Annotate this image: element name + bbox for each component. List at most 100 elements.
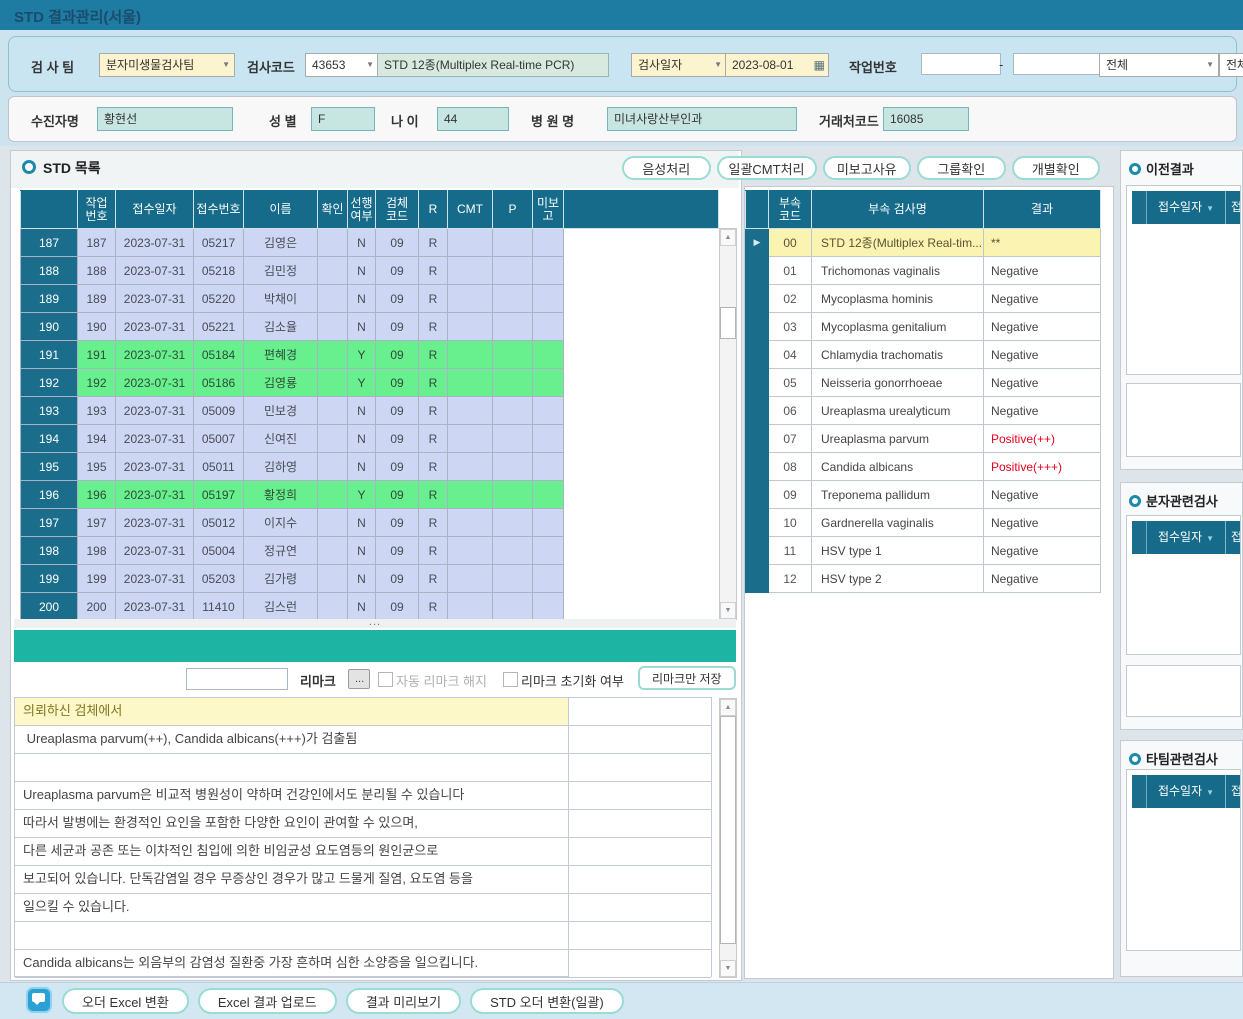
cell-sub-name[interactable]: HSV type 2 bbox=[812, 565, 984, 593]
sub-test-row[interactable]: ▶ 03 Mycoplasma genitalium Negative bbox=[746, 313, 1101, 341]
cell-specimen-code[interactable]: 09 bbox=[376, 397, 419, 425]
cell-sub-result[interactable]: Negative bbox=[984, 285, 1101, 313]
cell-sub-result[interactable]: Negative bbox=[984, 313, 1101, 341]
sub-test-row[interactable]: ▶ 02 Mycoplasma hominis Negative bbox=[746, 285, 1101, 313]
sub-test-row[interactable]: ▶ 06 Ureaplasma urealyticum Negative bbox=[746, 397, 1101, 425]
cell-unreported[interactable] bbox=[533, 425, 564, 453]
cell-cmt[interactable] bbox=[448, 453, 493, 481]
cell-unreported[interactable] bbox=[533, 369, 564, 397]
cell-prior[interactable]: N bbox=[348, 257, 376, 285]
cell-confirm[interactable] bbox=[318, 593, 348, 621]
cell-sub-name[interactable]: Mycoplasma genitalium bbox=[812, 313, 984, 341]
cell-sub-result[interactable]: Negative bbox=[984, 257, 1101, 285]
hospital-field[interactable]: 미녀사랑산부인과 bbox=[607, 107, 797, 131]
cell-specimen-code[interactable]: 09 bbox=[376, 481, 419, 509]
cell-r[interactable]: R bbox=[419, 313, 448, 341]
scroll-up-icon[interactable]: ▲ bbox=[720, 229, 736, 246]
cell-sub-name[interactable]: HSV type 1 bbox=[812, 537, 984, 565]
work-no-from-input[interactable] bbox=[921, 53, 1001, 75]
cell-p[interactable] bbox=[493, 397, 533, 425]
header-receipt-date[interactable]: 접수일자▼ bbox=[1147, 191, 1226, 224]
report-line-text[interactable]: Ureaplasma parvum은 비교적 병원성이 약하며 건강인에서도 분… bbox=[15, 782, 569, 809]
cell-p[interactable] bbox=[493, 565, 533, 593]
sub-test-row[interactable]: ▶ 09 Treponema pallidum Negative bbox=[746, 481, 1101, 509]
cell-receipt-date[interactable]: 2023-07-31 bbox=[116, 481, 194, 509]
scrollbar-thumb[interactable] bbox=[720, 716, 736, 944]
cell-p[interactable] bbox=[493, 285, 533, 313]
cell-receipt-no[interactable]: 05220 bbox=[194, 285, 244, 313]
cell-sub-result[interactable]: Negative bbox=[984, 397, 1101, 425]
cell-specimen-code[interactable]: 09 bbox=[376, 537, 419, 565]
cell-sub-code[interactable]: 08 bbox=[769, 453, 812, 481]
cell-work-no[interactable]: 191 bbox=[78, 341, 116, 369]
cell-specimen-code[interactable]: 09 bbox=[376, 593, 419, 621]
std-list-row[interactable]: 192 192 2023-07-31 05186 김영룡 Y 09 R bbox=[21, 369, 719, 397]
cell-sub-name[interactable]: Mycoplasma hominis bbox=[812, 285, 984, 313]
cell-sub-name[interactable]: Gardnerella vaginalis bbox=[812, 509, 984, 537]
cell-work-no[interactable]: 189 bbox=[78, 285, 116, 313]
cell-unreported[interactable] bbox=[533, 397, 564, 425]
cell-name[interactable]: 김민정 bbox=[244, 257, 318, 285]
cell-cmt[interactable] bbox=[448, 313, 493, 341]
cell-receipt-date[interactable]: 2023-07-31 bbox=[116, 453, 194, 481]
cell-unreported[interactable] bbox=[533, 453, 564, 481]
row-number-cell[interactable]: 193 bbox=[21, 397, 78, 425]
cell-sub-code[interactable]: 05 bbox=[769, 369, 812, 397]
cell-sub-code[interactable]: 10 bbox=[769, 509, 812, 537]
cell-name[interactable]: 김영룡 bbox=[244, 369, 318, 397]
cell-p[interactable] bbox=[493, 453, 533, 481]
sub-test-row[interactable]: ▶ 05 Neisseria gonorrhoeae Negative bbox=[746, 369, 1101, 397]
cell-p[interactable] bbox=[493, 313, 533, 341]
work-no-to-input[interactable] bbox=[1013, 53, 1101, 75]
cell-receipt-no[interactable]: 05009 bbox=[194, 397, 244, 425]
cell-unreported[interactable] bbox=[533, 593, 564, 621]
cell-specimen-code[interactable]: 09 bbox=[376, 565, 419, 593]
sub-test-row[interactable]: ▶ 10 Gardnerella vaginalis Negative bbox=[746, 509, 1101, 537]
report-line[interactable]: 따라서 발병에는 환경적인 요인을 포함한 다양한 요인이 관여할 수 있으며, bbox=[15, 810, 711, 838]
scroll-up-icon[interactable]: ▲ bbox=[720, 699, 736, 716]
cell-r[interactable]: R bbox=[419, 453, 448, 481]
std-list-row[interactable]: 188 188 2023-07-31 05218 김민정 N 09 R bbox=[21, 257, 719, 285]
action-button[interactable]: 그룹확인 bbox=[917, 156, 1006, 180]
cell-sub-name[interactable]: Candida albicans bbox=[812, 453, 984, 481]
cell-receipt-date[interactable]: 2023-07-31 bbox=[116, 593, 194, 621]
footer-button[interactable]: Excel 결과 업로드 bbox=[198, 988, 337, 1014]
cell-p[interactable] bbox=[493, 537, 533, 565]
cell-confirm[interactable] bbox=[318, 565, 348, 593]
cell-prior[interactable]: Y bbox=[348, 481, 376, 509]
header-receipt-no-partial[interactable]: 접 bbox=[1226, 775, 1240, 808]
cell-name[interactable]: 신여진 bbox=[244, 425, 318, 453]
cell-p[interactable] bbox=[493, 229, 533, 257]
cell-sub-code[interactable]: 02 bbox=[769, 285, 812, 313]
cell-work-no[interactable]: 199 bbox=[78, 565, 116, 593]
cell-receipt-date[interactable]: 2023-07-31 bbox=[116, 509, 194, 537]
report-line[interactable]: 일으킬 수 있습니다. bbox=[15, 894, 711, 922]
test-code-select[interactable]: 43653 ▼ bbox=[305, 53, 379, 77]
row-number-cell[interactable]: 189 bbox=[21, 285, 78, 313]
cell-receipt-no[interactable]: 05221 bbox=[194, 313, 244, 341]
header-receipt-no-partial[interactable]: 접 bbox=[1226, 521, 1240, 554]
row-number-cell[interactable]: 194 bbox=[21, 425, 78, 453]
cell-specimen-code[interactable]: 09 bbox=[376, 313, 419, 341]
action-button[interactable]: 음성처리 bbox=[622, 156, 711, 180]
cell-p[interactable] bbox=[493, 481, 533, 509]
cell-cmt[interactable] bbox=[448, 593, 493, 621]
cell-receipt-no[interactable]: 05011 bbox=[194, 453, 244, 481]
filter-all-select-2[interactable]: 전체 bbox=[1219, 53, 1243, 77]
report-line[interactable] bbox=[15, 754, 711, 782]
row-number-cell[interactable]: 190 bbox=[21, 313, 78, 341]
footer-button[interactable]: 결과 미리보기 bbox=[346, 988, 461, 1014]
cell-name[interactable]: 김하영 bbox=[244, 453, 318, 481]
cell-prior[interactable]: N bbox=[348, 425, 376, 453]
cell-work-no[interactable]: 196 bbox=[78, 481, 116, 509]
cell-name[interactable]: 정규연 bbox=[244, 537, 318, 565]
cell-receipt-no[interactable]: 05007 bbox=[194, 425, 244, 453]
cell-work-no[interactable]: 198 bbox=[78, 537, 116, 565]
report-line[interactable]: 의뢰하신 검체에서 bbox=[15, 698, 711, 726]
sub-test-row[interactable]: ▶ 01 Trichomonas vaginalis Negative bbox=[746, 257, 1101, 285]
cell-name[interactable]: 황정희 bbox=[244, 481, 318, 509]
cell-receipt-no[interactable]: 05004 bbox=[194, 537, 244, 565]
cell-sub-code[interactable]: 04 bbox=[769, 341, 812, 369]
cell-work-no[interactable]: 188 bbox=[78, 257, 116, 285]
std-list-row[interactable]: 199 199 2023-07-31 05203 김가령 N 09 R bbox=[21, 565, 719, 593]
